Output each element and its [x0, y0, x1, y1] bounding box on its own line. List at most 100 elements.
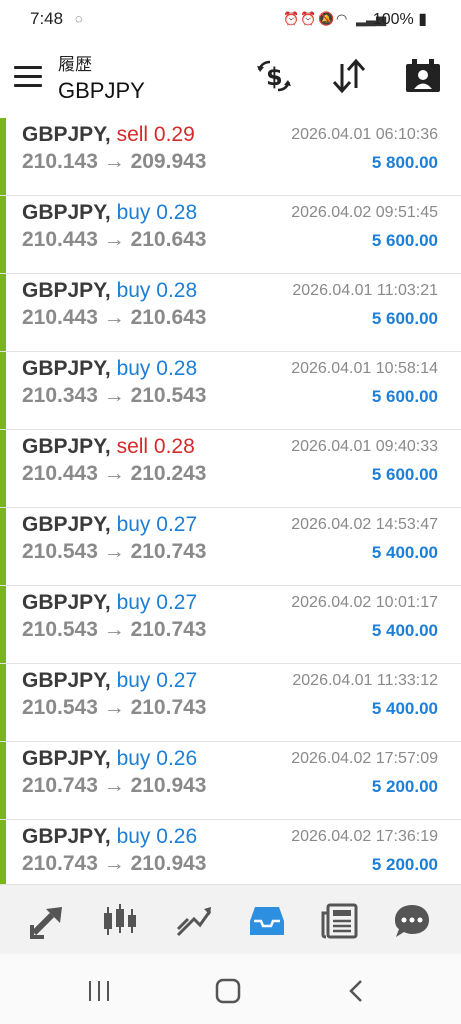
- trade-datetime: 2026.04.01 11:03:21: [292, 282, 438, 299]
- history-inbox-icon[interactable]: [247, 901, 287, 941]
- trade-side: buy 0.28: [116, 201, 198, 224]
- trade-row[interactable]: GBPJPY, buy 0.26 210.743 → 210.943 2026.04…: [0, 742, 461, 820]
- trade-symbol: GBPJPY,: [22, 669, 111, 692]
- trade-symbol-line: GBPJPY, buy 0.28: [22, 279, 197, 303]
- row-accent-bar: [0, 196, 6, 273]
- trade-side: sell 0.29: [116, 123, 195, 146]
- trade-row[interactable]: GBPJPY, buy 0.28 210.343 → 210.543 2026.04…: [0, 352, 461, 430]
- trade-row[interactable]: GBPJPY, buy 0.27 210.543 → 210.743 2026.04…: [0, 586, 461, 664]
- trade-symbol: GBPJPY,: [22, 357, 111, 380]
- trade-prices: 210.543 → 210.743: [22, 696, 207, 719]
- trade-datetime: 2026.04.02 09:51:45: [291, 204, 438, 221]
- trade-prices: 210.543 → 210.743: [22, 618, 207, 641]
- trade-profit: 5 200.00: [371, 855, 438, 874]
- system-nav-bar: [0, 954, 461, 1024]
- trade-side: buy 0.27: [116, 591, 198, 614]
- row-accent-bar: [0, 742, 6, 819]
- trade-profit: 5 400.00: [371, 699, 438, 718]
- trade-side: sell 0.28: [116, 435, 195, 458]
- battery-level: 100% ▮: [372, 11, 427, 28]
- trend-chart-icon[interactable]: [174, 901, 214, 941]
- trade-profit: 5 400.00: [371, 543, 438, 562]
- trade-symbol-line: GBPJPY, buy 0.28: [22, 201, 197, 225]
- trade-icon[interactable]: [28, 901, 68, 941]
- trade-side: buy 0.28: [116, 357, 198, 380]
- trade-symbol: GBPJPY,: [22, 435, 111, 458]
- trade-datetime: 2026.04.01 10:58:14: [291, 360, 438, 377]
- page-title: 履歴: [58, 55, 92, 74]
- alarm-icon: ⏰: [283, 11, 300, 26]
- mute-icon: 🔕: [318, 11, 335, 26]
- trade-datetime: 2026.04.02 14:53:47: [291, 516, 438, 533]
- svg-text:$: $: [266, 63, 283, 91]
- trade-symbol: GBPJPY,: [22, 825, 111, 848]
- trade-prices: 210.743 → 210.943: [22, 774, 207, 797]
- wifi-icon: ◠: [336, 11, 348, 26]
- trade-side: buy 0.28: [116, 279, 198, 302]
- trade-row[interactable]: GBPJPY, buy 0.27 210.543 → 210.743 2026.04…: [0, 664, 461, 742]
- back-icon[interactable]: [342, 976, 372, 1006]
- trade-symbol-line: GBPJPY, sell 0.28: [22, 435, 195, 459]
- trade-symbol: GBPJPY,: [22, 747, 111, 770]
- row-accent-bar: [0, 352, 6, 429]
- status-bar: 7:48 ◌ ⏰ ⏰ 🔕 ◠ ▂▃▅ 100% ▮: [0, 0, 461, 38]
- trade-symbol-line: GBPJPY, buy 0.27: [22, 513, 197, 537]
- trade-row[interactable]: GBPJPY, buy 0.28 210.443 → 210.643 2026.04…: [0, 274, 461, 352]
- trade-prices: 210.343 → 210.543: [22, 384, 207, 407]
- trade-symbol-line: GBPJPY, sell 0.29: [22, 123, 195, 147]
- trade-symbol: GBPJPY,: [22, 279, 111, 302]
- trade-profit: 5 600.00: [371, 465, 438, 484]
- trade-datetime: 2026.04.01 06:10:36: [291, 126, 438, 143]
- trade-row[interactable]: GBPJPY, sell 0.28 210.443 → 210.243 2026.0…: [0, 430, 461, 508]
- trade-prices: 210.443 → 210.643: [22, 306, 207, 329]
- trade-prices: 210.543 → 210.743: [22, 540, 207, 563]
- trade-datetime: 2026.04.02 17:57:09: [291, 750, 438, 767]
- row-accent-bar: [0, 430, 6, 507]
- trade-prices: 210.443 → 210.643: [22, 228, 207, 251]
- wifi-call-icon: ◌: [75, 11, 83, 26]
- recent-apps-icon[interactable]: [84, 976, 114, 1006]
- trade-side: buy 0.26: [116, 825, 198, 848]
- trade-prices: 210.143 → 209.943: [22, 150, 207, 173]
- trade-history-list: GBPJPY, sell 0.29 210.143 → 209.943 2026.0…: [0, 118, 461, 898]
- trade-profit: 5 600.00: [371, 231, 438, 250]
- trade-profit: 5 600.00: [371, 309, 438, 328]
- row-accent-bar: [0, 586, 6, 663]
- row-accent-bar: [0, 118, 6, 195]
- calendar-person-icon[interactable]: [403, 56, 443, 96]
- home-icon[interactable]: [213, 976, 243, 1006]
- alarm-icon-2: ⏰: [300, 11, 317, 26]
- trade-side: buy 0.27: [116, 669, 198, 692]
- trade-row[interactable]: GBPJPY, buy 0.27 210.543 → 210.743 2026.04…: [0, 508, 461, 586]
- bottom-nav: [0, 884, 461, 955]
- row-accent-bar: [0, 508, 6, 585]
- trade-datetime: 2026.04.02 17:36:19: [291, 828, 438, 845]
- trade-row[interactable]: GBPJPY, buy 0.28 210.443 → 210.643 2026.04…: [0, 196, 461, 274]
- trade-prices: 210.443 → 210.243: [22, 462, 207, 485]
- status-time: 7:48: [30, 9, 64, 28]
- candlestick-chart-icon[interactable]: [100, 901, 140, 941]
- trade-profit: 5 600.00: [371, 387, 438, 406]
- trade-datetime: 2026.04.02 10:01:17: [291, 594, 438, 611]
- app-header: 履歴 GBPJPY $: [0, 38, 461, 116]
- trade-prices: 210.743 → 210.943: [22, 852, 207, 875]
- trade-profit: 5 200.00: [371, 777, 438, 796]
- trade-symbol-line: GBPJPY, buy 0.28: [22, 357, 197, 381]
- trade-profit: 5 400.00: [371, 621, 438, 640]
- news-icon[interactable]: [320, 901, 360, 941]
- trade-symbol: GBPJPY,: [22, 591, 111, 614]
- trade-profit: 5 800.00: [371, 153, 438, 172]
- trade-datetime: 2026.04.01 11:33:12: [292, 672, 438, 689]
- trade-side: buy 0.26: [116, 747, 198, 770]
- chat-icon[interactable]: [392, 901, 432, 941]
- row-accent-bar: [0, 274, 6, 351]
- menu-icon[interactable]: [14, 66, 42, 90]
- trade-row[interactable]: GBPJPY, sell 0.29 210.143 → 209.943 2026.0…: [0, 118, 461, 196]
- row-accent-bar: [0, 664, 6, 741]
- currency-exchange-icon[interactable]: $: [254, 56, 294, 96]
- trade-symbol-line: GBPJPY, buy 0.27: [22, 669, 197, 693]
- battery-icon: ▮: [418, 11, 427, 28]
- sort-icon[interactable]: [329, 56, 369, 96]
- trade-symbol: GBPJPY,: [22, 513, 111, 536]
- trade-symbol-line: GBPJPY, buy 0.26: [22, 747, 197, 771]
